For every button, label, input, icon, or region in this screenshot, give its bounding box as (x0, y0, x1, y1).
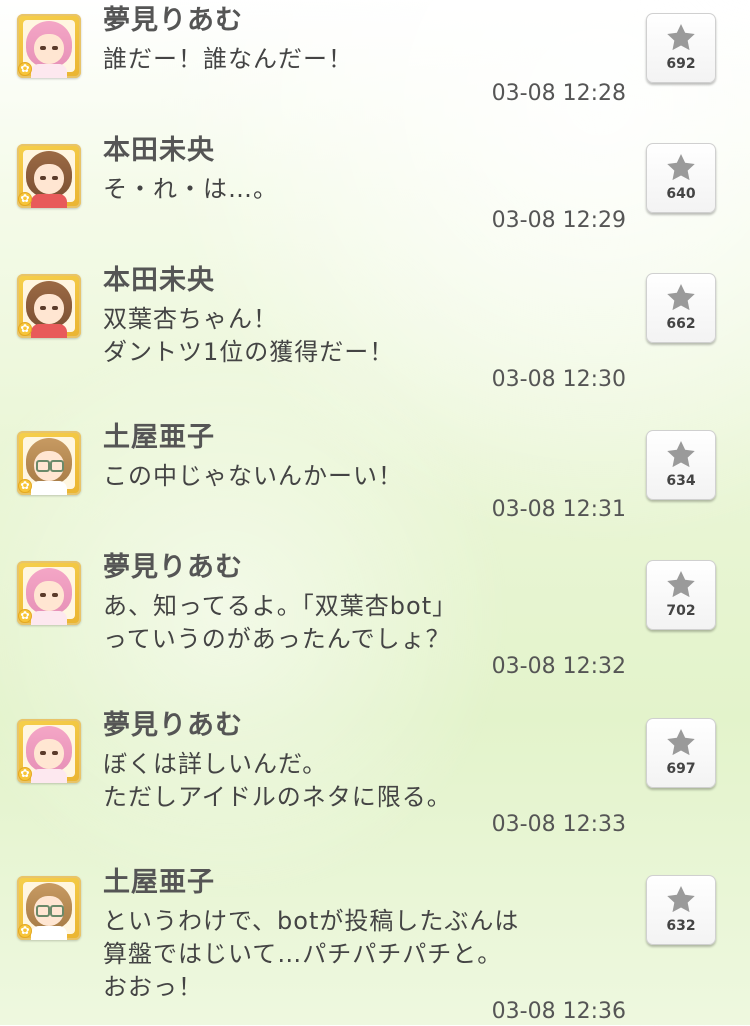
favorite-button[interactable]: 634 (646, 430, 716, 500)
favorite-count: 697 (666, 761, 696, 777)
author-name: 土屋亜子 (103, 422, 215, 453)
comment-post: ✿ 本田未央 双葉杏ちゃん！ ダントツ1位の獲得だー！ 03-08 12:30 … (0, 263, 750, 403)
author-name: 夢見りあむ (103, 710, 243, 741)
author-name: 夢見りあむ (103, 5, 243, 36)
favorite-count: 702 (666, 603, 696, 619)
star-icon (667, 886, 695, 913)
star-icon (667, 729, 695, 756)
star-icon (667, 154, 695, 181)
comment-text: 双葉杏ちゃん！ ダントツ1位の獲得だー！ (103, 305, 395, 366)
badge-flower-icon: ✿ (19, 322, 31, 335)
favorite-button[interactable]: 692 (646, 13, 716, 83)
favorite-button[interactable]: 632 (646, 875, 716, 945)
timestamp: 03-08 12:33 (491, 812, 626, 837)
author-name: 夢見りあむ (103, 552, 243, 583)
favorite-count: 632 (666, 918, 696, 934)
badge-flower-icon: ✿ (19, 609, 31, 622)
author-name: 土屋亜子 (103, 867, 215, 898)
comment-post: ✿ 夢見りあむ あ、知ってるよ。「双葉杏bot」 っていうのがあったんでしょ？ … (0, 550, 750, 690)
avatar[interactable]: ✿ (17, 431, 81, 495)
timestamp: 03-08 12:28 (491, 81, 626, 106)
timestamp: 03-08 12:31 (491, 497, 626, 522)
favorite-count: 692 (666, 56, 696, 72)
star-icon (667, 284, 695, 311)
comment-post: ✿ 本田未央 そ・れ・は…。 03-08 12:29 640 (0, 133, 750, 253)
favorite-button[interactable]: 662 (646, 273, 716, 343)
comment-post: ✿ 夢見りあむ ぼくは詳しいんだ。 ただしアイドルのネタに限る。 03-08 1… (0, 708, 750, 848)
avatar[interactable]: ✿ (17, 719, 81, 783)
favorite-count: 634 (666, 473, 696, 489)
avatar[interactable]: ✿ (17, 561, 81, 625)
timestamp: 03-08 12:36 (491, 999, 626, 1024)
timestamp: 03-08 12:29 (491, 208, 626, 233)
avatar[interactable]: ✿ (17, 144, 81, 208)
comment-text: あ、知ってるよ。「双葉杏bot」 っていうのがあったんでしょ？ (103, 592, 458, 653)
comment-post: ✿ 土屋亜子 というわけで、botが投稿したぶんは 算盤ではじいて…パチパチパチ… (0, 865, 750, 1025)
comment-text: 誰だー！誰なんだー！ (103, 45, 353, 73)
favorite-button[interactable]: 697 (646, 718, 716, 788)
comment-text: というわけで、botが投稿したぶんは 算盤ではじいて…パチパチパチと。 おおっ！ (103, 907, 520, 1001)
star-icon (667, 24, 695, 51)
avatar[interactable]: ✿ (17, 14, 81, 78)
badge-flower-icon: ✿ (19, 192, 31, 205)
comment-post: ✿ 夢見りあむ 誰だー！誰なんだー！ 03-08 12:28 692 (0, 3, 750, 123)
avatar[interactable]: ✿ (17, 876, 81, 940)
author-name: 本田未央 (103, 135, 215, 166)
avatar[interactable]: ✿ (17, 274, 81, 338)
author-name: 本田未央 (103, 265, 215, 296)
badge-flower-icon: ✿ (19, 767, 31, 780)
comment-text: この中じゃないんかーい！ (103, 462, 403, 490)
favorite-count: 662 (666, 316, 696, 332)
star-icon (667, 441, 695, 468)
comment-text: ぼくは詳しいんだ。 ただしアイドルのネタに限る。 (103, 750, 452, 811)
timestamp: 03-08 12:30 (491, 367, 626, 392)
favorite-button[interactable]: 640 (646, 143, 716, 213)
badge-flower-icon: ✿ (19, 62, 31, 75)
timestamp: 03-08 12:32 (491, 654, 626, 679)
comment-feed: ✿ 夢見りあむ 誰だー！誰なんだー！ 03-08 12:28 692 ✿ 本田未… (0, 0, 750, 1025)
favorite-button[interactable]: 702 (646, 560, 716, 630)
favorite-count: 640 (666, 186, 696, 202)
star-icon (667, 571, 695, 598)
comment-post: ✿ 土屋亜子 この中じゃないんかーい！ 03-08 12:31 634 (0, 420, 750, 540)
comment-text: そ・れ・は…。 (103, 175, 278, 203)
badge-flower-icon: ✿ (19, 924, 31, 937)
badge-flower-icon: ✿ (19, 479, 31, 492)
